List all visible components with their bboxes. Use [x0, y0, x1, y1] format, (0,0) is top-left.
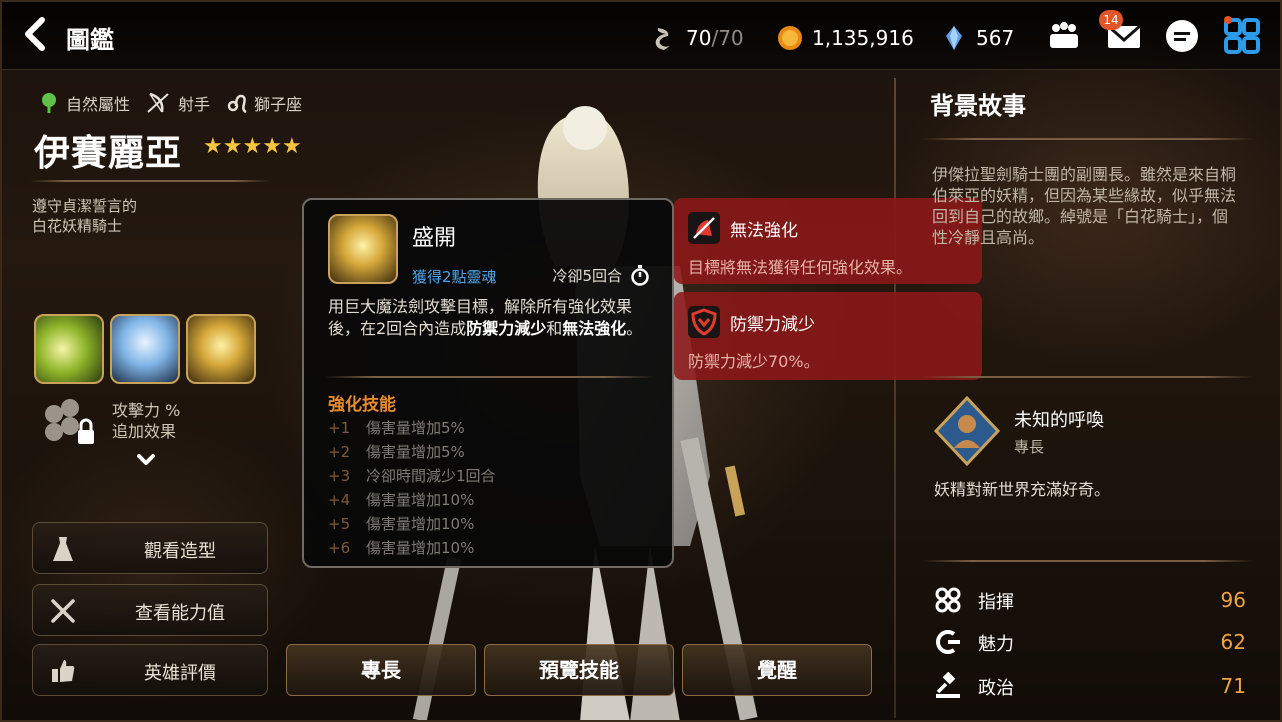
- specialty-icon[interactable]: [932, 396, 1002, 466]
- star-icon: ★: [222, 134, 243, 159]
- stat-charisma: 魅力 62: [934, 626, 1246, 660]
- stat-command: 指揮 96: [934, 584, 1246, 618]
- star-rating: ★ ★ ★ ★ ★: [203, 136, 302, 158]
- specialty-button[interactable]: 專長: [286, 644, 476, 696]
- skill-slot-3[interactable]: [186, 314, 256, 384]
- leo-icon: [227, 94, 247, 114]
- attack-bonus-icon[interactable]: [36, 398, 100, 448]
- mail-badge: 14: [1099, 10, 1123, 30]
- gold-coin-icon: [778, 26, 802, 50]
- awaken-button[interactable]: 覺醒: [682, 644, 872, 696]
- specialty-description: 妖精對新世界充滿好奇。: [934, 480, 1111, 499]
- gold-counter[interactable]: 1,135,916: [776, 24, 914, 52]
- star-icon: ★: [242, 134, 263, 159]
- specialty-name: 未知的呼喚: [1014, 410, 1104, 431]
- back-arrow-icon[interactable]: [18, 16, 54, 52]
- chat-icon[interactable]: [1162, 16, 1202, 56]
- enhance-list: +1 傷害量增加5% +2 傷害量增加5% +3 冷卻時間減少1回合 +4 傷害量增加1…: [328, 416, 658, 560]
- hero-review-button[interactable]: 英雄評價: [32, 644, 268, 696]
- star-icon: ★: [203, 134, 223, 159]
- tree-icon: [42, 93, 56, 113]
- skill-slot-1[interactable]: [34, 314, 104, 384]
- bow-icon: [147, 92, 169, 113]
- panel-divider: [894, 78, 896, 718]
- stamina-icon: [655, 28, 670, 50]
- top-bar: 圖鑑 70/70 1,135,916 567 14: [0, 0, 1282, 70]
- thumbs-up-icon: [52, 660, 75, 682]
- enhance-row: +5 傷害量增加10%: [328, 515, 475, 533]
- attribute-tag: 自然屬性: [38, 91, 130, 115]
- crystal-counter[interactable]: 567: [940, 24, 1014, 52]
- enhance-row: +4 傷害量增加10%: [328, 491, 475, 509]
- party-icon[interactable]: [1044, 16, 1084, 56]
- zodiac-tag: 獅子座: [226, 91, 302, 115]
- stamina-counter[interactable]: 70/70: [650, 24, 744, 52]
- skill-icon: [328, 214, 398, 284]
- enhance-title: 強化技能: [328, 395, 396, 415]
- divider: [30, 180, 270, 182]
- chevron-down-icon[interactable]: [136, 452, 156, 468]
- skill-slot-2[interactable]: [110, 314, 180, 384]
- star-icon: ★: [262, 134, 282, 159]
- dress-icon: [53, 537, 73, 561]
- gavel-icon: [936, 672, 960, 698]
- view-costume-button[interactable]: 觀看造型: [32, 522, 268, 574]
- enhance-row: +1 傷害量增加5%: [328, 419, 465, 437]
- hero-description: 遵守貞潔誓言的 白花妖精騎士: [32, 197, 138, 235]
- crystal-icon: [946, 26, 962, 50]
- stopwatch-icon: [631, 265, 649, 286]
- skill-name: 盛開: [412, 226, 457, 251]
- crossed-swords-icon: [51, 599, 75, 623]
- enhance-row: +2 傷害量增加5%: [328, 443, 465, 461]
- defense-down-icon: [688, 306, 720, 338]
- divider: [922, 376, 1254, 378]
- view-stats-button[interactable]: 查看能力值: [32, 584, 268, 636]
- debuff-card: 防禦力減少 防禦力減少70%。: [674, 292, 982, 380]
- enhance-row: +6 傷害量增加10%: [328, 539, 475, 557]
- background-story-title: 背景故事: [930, 92, 1026, 120]
- class-tag: 射手: [146, 91, 210, 115]
- hero-name: 伊賽麗亞: [34, 133, 183, 174]
- attack-bonus-label: 攻擊力 % 追加效果: [112, 401, 181, 441]
- command-icon: [935, 587, 961, 613]
- divider: [922, 560, 1254, 562]
- menu-grid-icon[interactable]: [1222, 16, 1262, 56]
- preview-skill-button[interactable]: 預覽技能: [484, 644, 674, 696]
- background-story-text: 伊傑拉聖劍騎士團的副團長。雖然是來自桐伯萊亞的妖精，但因為某些緣故，似乎無法回到…: [932, 165, 1237, 247]
- charisma-icon: [936, 630, 960, 654]
- star-icon: ★: [281, 134, 302, 159]
- skill-soul-gain: 獲得2點靈魂: [412, 268, 497, 286]
- stat-politics: 政治 71: [934, 670, 1246, 704]
- specialty-label: 專長: [1014, 438, 1045, 456]
- divider: [922, 138, 1254, 140]
- enhance-row: +3 冷卻時間減少1回合: [328, 467, 496, 485]
- unbuffable-icon: [688, 212, 720, 244]
- skill-tooltip: 盛開 獲得2點靈魂 冷卻5回合 用巨大魔法劍攻擊目標，解除所有強化效果後，在2回…: [302, 198, 674, 568]
- skill-cooldown: 冷卻5回合: [552, 264, 650, 286]
- divider: [324, 376, 654, 378]
- skill-description: 用巨大魔法劍攻擊目標，解除所有強化效果後，在2回合內造成防禦力減少和無法強化。: [328, 297, 643, 338]
- hero-attributes: 自然屬性 射手 獅子座: [38, 91, 318, 115]
- page-title: 圖鑑: [66, 26, 114, 54]
